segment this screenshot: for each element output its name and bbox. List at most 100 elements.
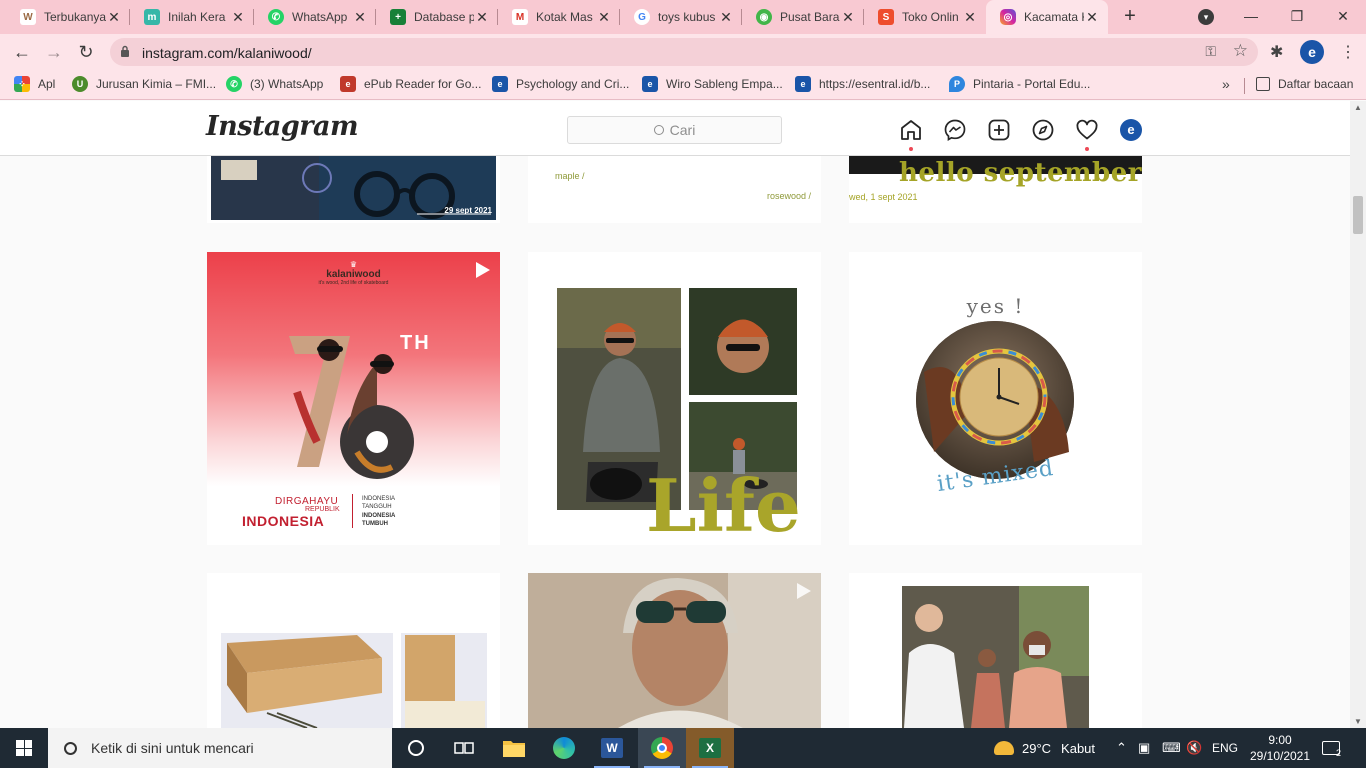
bookmark-esentral[interactable]: e https://esentral.id/b...	[795, 76, 930, 92]
bookmark-whatsapp[interactable]: ✆ (3) WhatsApp	[226, 76, 323, 92]
minimize-button[interactable]: —	[1228, 4, 1274, 28]
clock[interactable]: 9:00 29/10/2021	[1248, 728, 1312, 768]
post-maple-rosewood[interactable]: maple / rosewood /	[528, 156, 821, 223]
file-explorer-icon[interactable]	[490, 728, 538, 768]
lock-icon	[121, 45, 129, 57]
post-sunglasses-blue[interactable]: 29 sept 2021	[207, 156, 500, 223]
close-icon[interactable]: ✕	[106, 9, 122, 26]
back-arrow-icon[interactable]: ←	[10, 40, 34, 64]
restore-button[interactable]: ❐	[1274, 4, 1320, 28]
instagram-profile-avatar[interactable]: e	[1120, 119, 1142, 141]
tab-kacamata-active[interactable]: ◎ Kacamata K ✕	[986, 0, 1108, 34]
close-icon[interactable]: ✕	[230, 9, 246, 26]
browser-tab-strip: W Terbukanya ✕ m Inilah Kera ✕ ✆ WhatsAp…	[0, 0, 1366, 34]
shopee-icon: S	[878, 9, 894, 25]
bookmark-epub-reader[interactable]: e ePub Reader for Go...	[340, 76, 481, 92]
notification-center-icon[interactable]: 2	[1322, 728, 1341, 768]
edge-browser-icon[interactable]	[540, 728, 588, 768]
language-indicator[interactable]: ENG	[1212, 728, 1238, 768]
esentral-icon: e	[492, 76, 508, 92]
weather-fog-icon	[994, 741, 1014, 755]
tab-favicon-w: W	[20, 9, 36, 25]
close-icon[interactable]: ✕	[962, 9, 978, 26]
post-life-collage[interactable]: Life	[528, 252, 821, 545]
activity-heart-icon[interactable]	[1075, 118, 1099, 142]
messenger-icon[interactable]	[943, 118, 967, 142]
tab-kotak-masuk[interactable]: M Kotak Mas ✕	[498, 0, 620, 34]
google-sheets-icon: +	[390, 9, 406, 25]
esentral-icon: e	[795, 76, 811, 92]
word-icon[interactable]: W	[588, 728, 636, 768]
search-icon	[653, 125, 664, 135]
close-icon[interactable]: ✕	[596, 9, 612, 26]
explore-compass-icon[interactable]	[1031, 118, 1055, 142]
tab-inilah[interactable]: m Inilah Kera ✕	[130, 0, 254, 34]
close-icon[interactable]: ✕	[840, 9, 856, 26]
page-scrollbar[interactable]: ▲ ▼	[1350, 101, 1366, 728]
reload-icon[interactable]: ↻	[74, 40, 98, 64]
network-icon[interactable]: ⌨	[1162, 728, 1181, 768]
new-tab-button[interactable]: +	[1118, 5, 1142, 29]
tab-search-icon[interactable]: ▾	[1198, 9, 1214, 25]
google-icon: G	[634, 9, 650, 25]
whatsapp-icon: ✆	[226, 76, 242, 92]
instagram-logo[interactable]: Instagram	[206, 111, 359, 142]
post-dirgahayu-76[interactable]: ♛ kalaniwood it's wood, 2nd life of skat…	[207, 252, 500, 545]
meet-now-icon[interactable]: ▣	[1138, 728, 1150, 768]
instagram-header: Instagram Cari e	[0, 101, 1350, 156]
reading-list-button[interactable]: Daftar bacaan	[1256, 77, 1353, 91]
esentral-icon: e	[642, 76, 658, 92]
tab-whatsapp[interactable]: ✆ WhatsApp ✕	[254, 0, 376, 34]
menu-kebab-icon[interactable]: ⋮	[1340, 42, 1356, 62]
post-its-mixed-watch[interactable]: yes ! it's mixed	[849, 252, 1142, 545]
taskbar-search-input[interactable]: Ketik di sini untuk mencari	[48, 728, 392, 768]
bookmark-wiro-sableng[interactable]: e Wiro Sableng Empa...	[642, 76, 783, 92]
close-window-button[interactable]: ✕	[1320, 4, 1366, 28]
epub-reader-icon: e	[340, 76, 356, 92]
key-icon[interactable]: ⚿	[1205, 43, 1216, 60]
bookmark-apps[interactable]: ⁘ Apl	[14, 76, 55, 92]
bookmark-star-icon[interactable]: ☆	[1233, 41, 1248, 61]
bookmark-pintaria[interactable]: P Pintaria - Portal Edu...	[949, 76, 1090, 92]
close-icon[interactable]: ✕	[718, 9, 734, 26]
profile-avatar[interactable]: e	[1300, 40, 1324, 64]
close-icon[interactable]: ✕	[1084, 9, 1100, 26]
address-bar[interactable]: instagram.com/kalaniwood/ ⚿ ☆	[110, 38, 1258, 66]
tab-favicon-m: m	[144, 9, 160, 25]
post-hello-september[interactable]: hello september wed, 1 sept 2021	[849, 156, 1142, 223]
tab-terbukanya[interactable]: W Terbukanya ✕	[6, 0, 130, 34]
tab-pusat-barang[interactable]: ◉ Pusat Baran ✕	[742, 0, 864, 34]
scrollbar-thumb[interactable]	[1353, 196, 1363, 234]
volume-muted-icon[interactable]: 🔇	[1186, 728, 1202, 768]
close-icon[interactable]: ✕	[352, 9, 368, 26]
tab-toko-online[interactable]: S Toko Onlin ✕	[864, 0, 986, 34]
task-view-icon[interactable]	[440, 728, 488, 768]
tab-toys-kubus[interactable]: G toys kubus ✕	[620, 0, 742, 34]
post-event-photo[interactable]	[849, 573, 1142, 728]
new-post-icon[interactable]	[987, 118, 1011, 142]
start-button[interactable]	[0, 728, 48, 768]
post-76-graphic	[289, 336, 414, 479]
pintaria-icon: P	[949, 76, 965, 92]
url-text[interactable]: instagram.com/kalaniwood/	[142, 45, 312, 61]
extensions-puzzle-icon[interactable]: ✱	[1270, 42, 1283, 62]
post-image	[221, 633, 487, 728]
chrome-icon[interactable]	[638, 728, 686, 768]
instagram-search-input[interactable]: Cari	[567, 116, 782, 144]
weather-widget[interactable]: 29°C Kabut	[994, 728, 1095, 768]
tab-database[interactable]: + Database p ✕	[376, 0, 498, 34]
bookmark-jurusan-kimia[interactable]: U Jurusan Kimia – FMI...	[72, 76, 216, 92]
post-wooden-boxes[interactable]	[207, 573, 500, 728]
post-woman-sunglasses[interactable]	[528, 573, 821, 728]
windows-logo-icon	[16, 740, 32, 756]
whatsapp-icon: ✆	[268, 9, 284, 25]
forward-arrow-icon[interactable]: →	[42, 40, 66, 64]
show-hidden-icons-chevron-icon[interactable]: ⌃	[1116, 728, 1127, 768]
excel-icon[interactable]: X	[686, 728, 734, 768]
bookmark-psychology[interactable]: e Psychology and Cri...	[492, 76, 629, 92]
cortana-icon[interactable]	[392, 728, 440, 768]
windows-taskbar: Ketik di sini untuk mencari W X 29°C Kab…	[0, 728, 1366, 768]
close-icon[interactable]: ✕	[474, 9, 490, 26]
home-icon[interactable]	[899, 118, 923, 142]
more-bookmarks-chevron-icon[interactable]: »	[1222, 76, 1230, 92]
